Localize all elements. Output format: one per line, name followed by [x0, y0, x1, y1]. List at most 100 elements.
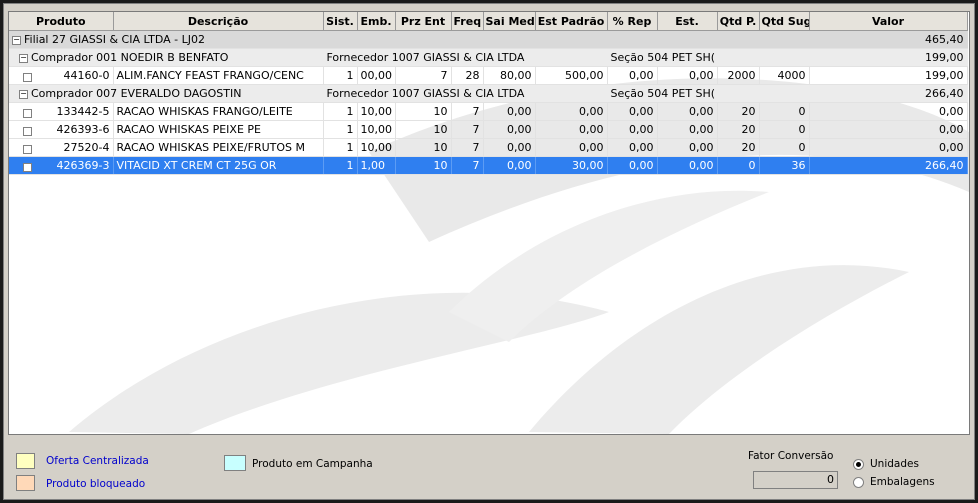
col-rep[interactable]: % Rep: [607, 12, 658, 31]
campanha-label: Produto em Campanha: [252, 458, 373, 470]
buyer-row[interactable]: − Comprador 001 NOEDIR B BENFATO Forneced…: [9, 48, 968, 67]
checkbox-icon[interactable]: [23, 73, 32, 82]
est-cell: 0,00: [657, 120, 718, 139]
col-freq[interactable]: Freq: [451, 12, 484, 31]
freq-cell: 7: [451, 156, 484, 175]
estpadrao-cell: 0,00: [535, 120, 608, 139]
valor-cell: 266,40: [809, 156, 968, 175]
collapse-icon[interactable]: −: [19, 53, 28, 63]
legend-panel: Oferta Centralizada Produto bloqueado Pr…: [8, 440, 970, 496]
valor-cell: 199,00: [809, 66, 968, 85]
descricao-cell: VITACID XT CREM CT 25G OR: [113, 156, 324, 175]
collapse-icon[interactable]: −: [12, 35, 21, 45]
buyer-valor: 266,40: [809, 84, 968, 103]
prz-cell: 7: [395, 66, 452, 85]
col-descricao[interactable]: Descrição: [113, 12, 324, 31]
buyer-row[interactable]: − Comprador 007 EVERALDO DAGOSTIN Fornece…: [9, 84, 968, 103]
col-sai-med[interactable]: Sai Med: [483, 12, 536, 31]
filial-valor: 465,40: [809, 30, 968, 49]
freq-cell: 7: [451, 138, 484, 157]
collapse-icon[interactable]: −: [19, 89, 28, 99]
prz-cell: 10: [395, 120, 452, 139]
buyer-label: Comprador 007 EVERALDO DAGOSTIN: [31, 87, 242, 100]
table-row[interactable]: 426393-6 RACAO WHISKAS PEIXE PE 1 10,00 …: [9, 120, 968, 139]
descricao-cell: ALIM.FANCY FEAST FRANGO/CENC: [113, 66, 324, 85]
qtdp-cell[interactable]: 20: [717, 120, 760, 139]
buyer-valor: 199,00: [809, 48, 968, 67]
qtdsug-cell[interactable]: 0: [759, 102, 810, 121]
col-qtd-sug[interactable]: Qtd Sug: [759, 12, 810, 31]
descricao-cell: RACAO WHISKAS PEIXE PE: [113, 120, 324, 139]
oferta-label: Oferta Centralizada: [46, 455, 149, 467]
campanha-swatch: [224, 455, 246, 471]
col-est-padrao[interactable]: Est Padrão: [535, 12, 608, 31]
rep-cell: 0,00: [607, 156, 658, 175]
saimed-cell: 0,00: [483, 120, 536, 139]
saimed-cell: 80,00: [483, 66, 536, 85]
checkbox-icon[interactable]: [23, 109, 32, 118]
filial-row[interactable]: − Filial 27 GIASSI & CIA LTDA - LJ02 465,…: [9, 30, 968, 49]
oferta-swatch: [16, 453, 35, 469]
bloqueado-label: Produto bloqueado: [46, 478, 146, 490]
col-valor[interactable]: Valor: [809, 12, 968, 31]
rep-cell: 0,00: [607, 138, 658, 157]
table-row[interactable]: 44160-0 ALIM.FANCY FEAST FRANGO/CENC 1 0…: [9, 66, 968, 85]
col-qtd-p[interactable]: Qtd P.: [717, 12, 760, 31]
filial-label: Filial 27 GIASSI & CIA LTDA - LJ02: [24, 33, 205, 46]
qtdp-cell[interactable]: 20: [717, 102, 760, 121]
fator-conversao-field[interactable]: 0: [753, 471, 838, 489]
col-emb[interactable]: Emb.: [357, 12, 396, 31]
qtdsug-cell[interactable]: 4000: [759, 66, 810, 85]
sist-cell: 1: [323, 120, 358, 139]
freq-cell: 28: [451, 66, 484, 85]
prz-cell: 10: [395, 156, 452, 175]
qtdp-cell[interactable]: 20: [717, 138, 760, 157]
unidades-radio[interactable]: [853, 459, 864, 470]
sist-cell: 1: [323, 66, 358, 85]
checkbox-icon[interactable]: [23, 163, 32, 172]
qtdsug-cell[interactable]: 0: [759, 138, 810, 157]
estpadrao-cell: 500,00: [535, 66, 608, 85]
valor-cell: 0,00: [809, 102, 968, 121]
unidades-label[interactable]: Unidades: [870, 458, 919, 470]
buyer-label: Comprador 001 NOEDIR B BENFATO: [31, 51, 229, 64]
col-prz-ent[interactable]: Prz Ent: [395, 12, 452, 31]
saimed-cell: 0,00: [483, 156, 536, 175]
embalagens-label[interactable]: Embalagens: [870, 476, 935, 488]
buyer-secao: Seção 504 PET SH(: [607, 48, 810, 67]
emb-cell: 00,00: [357, 66, 396, 85]
estpadrao-cell: 30,00: [535, 156, 608, 175]
order-grid[interactable]: Produto Descrição Sist. Emb. Prz Ent Fre…: [8, 11, 970, 435]
qtdsug-cell[interactable]: 0: [759, 120, 810, 139]
freq-cell: 7: [451, 102, 484, 121]
valor-cell: 0,00: [809, 138, 968, 157]
sist-cell: 1: [323, 138, 358, 157]
fator-conversao-label: Fator Conversão: [748, 450, 834, 462]
est-cell: 0,00: [657, 138, 718, 157]
sist-cell: 1: [323, 156, 358, 175]
table-row[interactable]: 133442-5 RACAO WHISKAS FRANGO/LEITE 1 10…: [9, 102, 968, 121]
rep-cell: 0,00: [607, 66, 658, 85]
estpadrao-cell: 0,00: [535, 102, 608, 121]
embalagens-radio[interactable]: [853, 477, 864, 488]
qtdp-cell[interactable]: 2000: [717, 66, 760, 85]
table-row[interactable]: 27520-4 RACAO WHISKAS PEIXE/FRUTOS M 1 1…: [9, 138, 968, 157]
qtdsug-cell[interactable]: 36: [759, 156, 810, 175]
produto-code: 44160-0: [63, 69, 110, 82]
buyer-fornecedor: Fornecedor 1007 GIASSI & CIA LTDA: [323, 84, 608, 103]
main-window: Produto Descrição Sist. Emb. Prz Ent Fre…: [3, 3, 975, 500]
checkbox-icon[interactable]: [23, 145, 32, 154]
checkbox-icon[interactable]: [23, 127, 32, 136]
table-row-selected[interactable]: 426369-3 VITACID XT CREM CT 25G OR 1 1,0…: [9, 156, 968, 175]
est-cell: 0,00: [657, 102, 718, 121]
emb-cell: 1,00: [357, 156, 396, 175]
freq-cell: 7: [451, 120, 484, 139]
rep-cell: 0,00: [607, 120, 658, 139]
produto-code: 426393-6: [56, 123, 110, 136]
col-sist[interactable]: Sist.: [323, 12, 358, 31]
qtdp-cell[interactable]: 0: [717, 156, 760, 175]
saimed-cell: 0,00: [483, 102, 536, 121]
col-est[interactable]: Est.: [657, 12, 718, 31]
col-produto[interactable]: Produto: [9, 12, 114, 31]
estpadrao-cell: 0,00: [535, 138, 608, 157]
